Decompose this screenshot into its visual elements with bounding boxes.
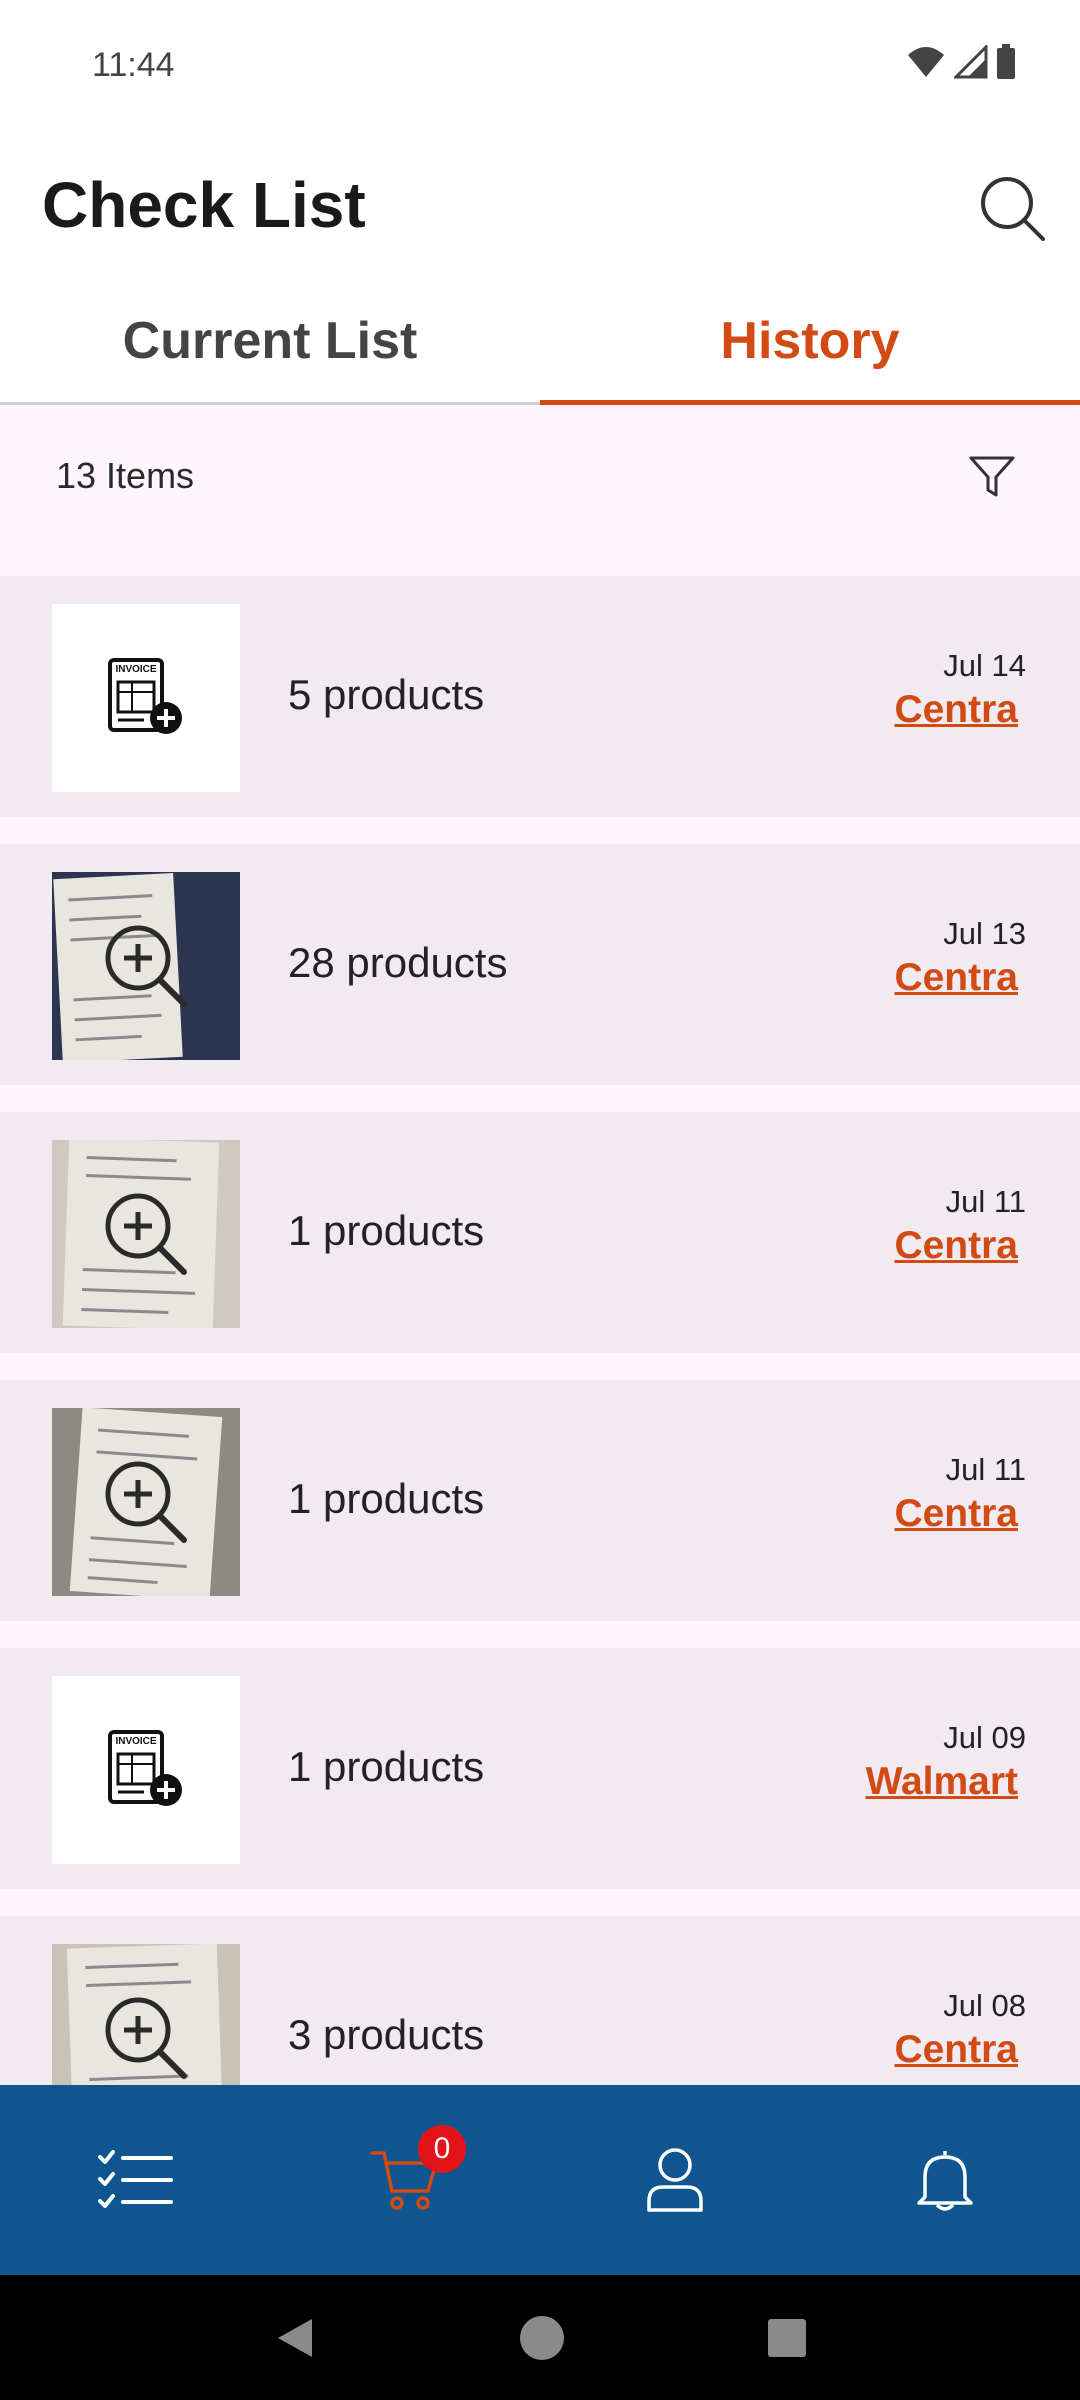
app-header: Check List <box>0 130 1080 280</box>
status-bar: 11:44 <box>0 0 1080 130</box>
items-count: 13 Items <box>56 455 195 496</box>
receipt-date: Jul 11 <box>945 1452 1026 1487</box>
profile-icon <box>647 2148 703 2212</box>
product-count: 3 products <box>288 2011 485 2058</box>
status-icons <box>906 44 1016 80</box>
receipt-date: Jul 14 <box>943 648 1026 683</box>
tab-history[interactable]: History <box>540 280 1080 405</box>
page-title: Check List <box>42 169 366 241</box>
store-link[interactable]: Centra <box>894 1224 1018 1268</box>
receipt-date: Jul 08 <box>943 1988 1026 2023</box>
invoice-add-icon: INVOICE <box>108 1730 182 1806</box>
store-link[interactable]: Centra <box>894 2028 1018 2072</box>
search-button[interactable] <box>972 168 1052 248</box>
receipt-date: Jul 13 <box>943 916 1026 951</box>
history-list: INVOICE 5 products Jul 14 Centra 28 prod… <box>0 548 1080 2085</box>
list-item[interactable]: INVOICE 5 products Jul 14 Centra <box>0 576 1080 817</box>
bottom-nav: 0 <box>0 2085 1080 2275</box>
search-icon <box>981 177 1045 241</box>
tab-current-list[interactable]: Current List <box>0 280 540 402</box>
store-link[interactable]: Centra <box>894 956 1018 1000</box>
receipt-thumbnail[interactable] <box>52 1408 240 1596</box>
home-icon[interactable] <box>518 2314 566 2362</box>
store-link[interactable]: Centra <box>894 688 1018 732</box>
battery-icon <box>997 44 1015 79</box>
product-count: 5 products <box>288 671 485 718</box>
list-toolbar: 13 Items <box>0 405 1080 548</box>
signal-icon <box>954 45 988 79</box>
product-count: 1 products <box>288 1743 485 1790</box>
back-icon[interactable] <box>272 2315 318 2361</box>
list-item[interactable]: 3 products Jul 08 Centra <box>0 1916 1080 2085</box>
bell-icon <box>917 2151 973 2211</box>
zoom-in-icon <box>105 925 187 1007</box>
nav-checklist[interactable] <box>0 2085 270 2275</box>
receipt-date: Jul 11 <box>945 1184 1026 1219</box>
invoice-label: INVOICE <box>115 1736 156 1747</box>
product-count: 1 products <box>288 1207 485 1254</box>
filter-icon <box>969 456 1015 497</box>
zoom-in-icon <box>105 1461 187 1543</box>
invoice-label: INVOICE <box>115 664 156 675</box>
receipt-thumbnail[interactable] <box>52 1140 240 1328</box>
status-time: 11:44 <box>92 46 175 84</box>
store-link[interactable]: Centra <box>894 1492 1018 1536</box>
wifi-icon <box>908 47 944 77</box>
receipt-thumbnail[interactable] <box>52 872 240 1060</box>
zoom-in-icon <box>105 1997 187 2079</box>
list-item[interactable]: INVOICE 1 products Jul 09 Walmart <box>0 1648 1080 1889</box>
zoom-in-icon <box>105 1193 187 1275</box>
list-item[interactable]: 28 products Jul 13 Centra <box>0 844 1080 1085</box>
list-item[interactable]: 1 products Jul 11 Centra <box>0 1112 1080 1353</box>
receipt-thumbnail[interactable] <box>52 1944 240 2085</box>
invoice-add-icon: INVOICE <box>108 658 182 734</box>
nav-cart[interactable]: 0 <box>270 2085 540 2275</box>
product-count: 1 products <box>288 1475 485 1522</box>
product-count: 28 products <box>288 939 508 986</box>
invoice-thumbnail[interactable]: INVOICE <box>52 1676 240 1864</box>
store-link[interactable]: Walmart <box>866 1760 1018 1804</box>
nav-notifications[interactable] <box>810 2085 1080 2275</box>
receipt-date: Jul 09 <box>943 1720 1026 1755</box>
recents-icon[interactable] <box>766 2317 808 2359</box>
checklist-icon <box>98 2150 173 2208</box>
invoice-thumbnail[interactable]: INVOICE <box>52 604 240 792</box>
tab-bar: Current List History <box>0 280 1080 405</box>
nav-profile[interactable] <box>540 2085 810 2275</box>
list-item[interactable]: 1 products Jul 11 Centra <box>0 1380 1080 1621</box>
cart-count-badge: 0 <box>418 2125 466 2173</box>
system-nav-bar <box>0 2275 1080 2400</box>
filter-button[interactable] <box>960 445 1024 509</box>
